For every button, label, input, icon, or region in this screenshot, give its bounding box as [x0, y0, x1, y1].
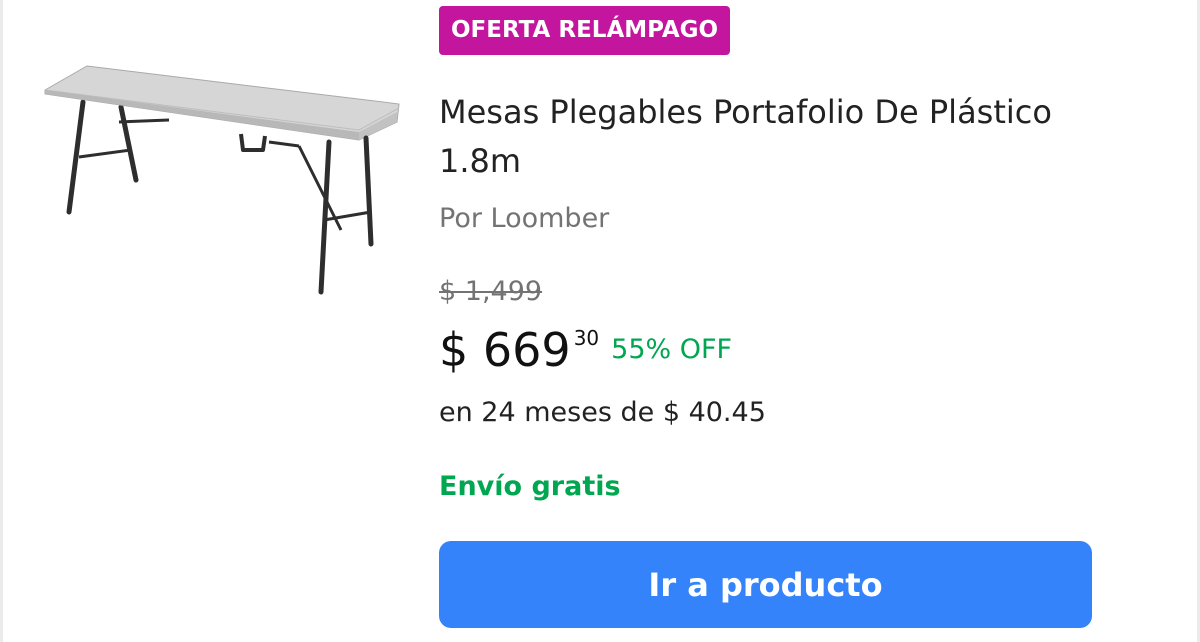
product-title[interactable]: Mesas Plegables Portafolio De Plástico 1…	[439, 88, 1139, 186]
price-row: $ 669 30 55% OFF	[439, 318, 732, 382]
discount-label: 55% OFF	[611, 334, 733, 365]
current-price: $ 669	[439, 323, 571, 377]
original-price: $ 1,499	[439, 276, 543, 307]
go-to-product-button[interactable]: Ir a producto	[439, 541, 1092, 628]
product-card: OFERTA RELÁMPAGO Mesas Plegables Portafo…	[3, 0, 1197, 642]
free-shipping-label: Envío gratis	[439, 471, 621, 502]
flash-offer-badge: OFERTA RELÁMPAGO	[439, 6, 731, 55]
folding-table-image[interactable]	[41, 62, 406, 302]
price-cents: 30	[573, 326, 600, 350]
installments-text: en 24 meses de $ 40.45	[439, 397, 766, 428]
seller-name: Por Loomber	[439, 203, 610, 234]
